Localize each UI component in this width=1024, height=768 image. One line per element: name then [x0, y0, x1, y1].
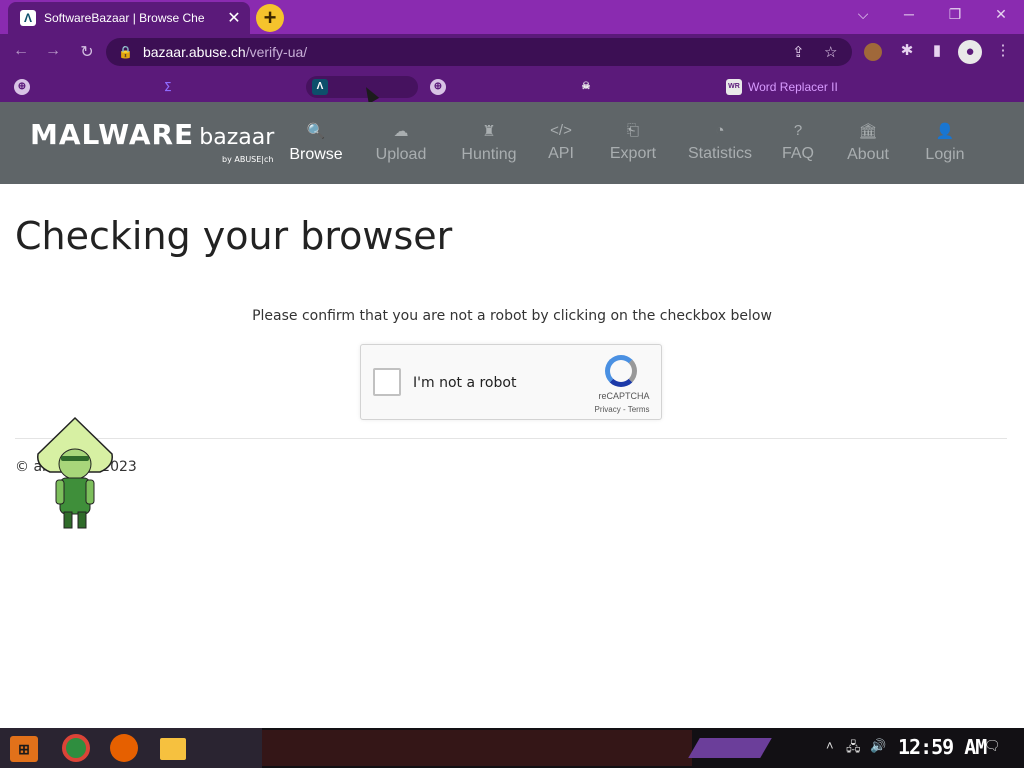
nav-export[interactable]: ⎗ Export	[606, 122, 660, 163]
nav-hunting[interactable]: ♜ Hunting	[458, 122, 520, 164]
skull-icon: ☠	[581, 81, 591, 92]
volume-icon[interactable]: 🔊	[870, 738, 886, 754]
file-explorer-taskbar-icon[interactable]	[160, 738, 186, 760]
nav-label: Statistics	[687, 145, 752, 162]
cloud-upload-icon: ☁	[393, 123, 409, 140]
network-icon[interactable]: 🖧	[846, 738, 861, 760]
taskbar: ⊞ ˄ 🖧 🔊 12:59 AM 🗨	[0, 728, 1024, 768]
page-content: Checking your browser Please confirm tha…	[0, 184, 1024, 728]
reload-button[interactable]: ↻	[76, 42, 98, 62]
tab-strip: Λ SoftwareBazaar | Browse Che ✕ + ⌵ ─ ❐ …	[0, 0, 1024, 34]
tab-title: SoftwareBazaar | Browse Che	[44, 11, 205, 25]
taskbar-wallpaper-strip	[262, 730, 692, 766]
close-window-button[interactable]: ✕	[986, 6, 1016, 23]
question-icon: ?	[793, 122, 803, 139]
brand-sub: bazaar	[199, 125, 275, 150]
export-icon: ⎗	[626, 122, 639, 139]
extension-avatar-icon[interactable]	[864, 43, 882, 61]
address-bar[interactable]: 🔒 bazaar.abuse.ch/verify-ua/ ⇪ ☆	[106, 38, 852, 66]
recaptcha-privacy-terms-link[interactable]: Privacy - Terms	[589, 405, 655, 414]
globe-icon: ⊕	[14, 79, 30, 95]
nav-label: Browse	[289, 146, 343, 163]
nav-login[interactable]: 👤 Login	[922, 122, 968, 164]
nav-faq[interactable]: ? FAQ	[780, 122, 816, 163]
address-host: bazaar.abuse.ch	[142, 44, 246, 60]
bookmark-item[interactable]: ⊕	[14, 76, 144, 98]
bookmark-item[interactable]: WR Word Replacer II	[726, 76, 866, 98]
bookmark-item[interactable]: ∑	[160, 76, 300, 98]
word-replacer-icon: WR	[726, 79, 742, 95]
nav-label: Upload	[375, 146, 427, 163]
bookmark-item[interactable]: Λ	[306, 76, 418, 98]
castle-icon: ♜	[482, 123, 496, 140]
notifications-icon[interactable]: 🗨	[984, 738, 1001, 754]
new-tab-button[interactable]: +	[256, 4, 284, 32]
nav-label: About	[847, 146, 889, 163]
brand-by: by ABUSE|ch	[222, 155, 274, 164]
bookmark-label: Word Replacer II	[748, 80, 838, 94]
page-title: Checking your browser	[15, 214, 453, 258]
browser-tab-active[interactable]: Λ SoftwareBazaar | Browse Che ✕	[8, 2, 250, 34]
nav-label: Hunting	[461, 146, 517, 163]
bookmark-star-icon[interactable]: ☆	[824, 43, 837, 61]
browser-menu-icon[interactable]: ⋮	[992, 41, 1014, 59]
globe-icon: ⊕	[430, 79, 446, 95]
firefox-taskbar-icon[interactable]	[110, 734, 138, 762]
bookmarks-bar: ⊕ ∑ Λ ⊕ ☠ WR Word Replacer II	[0, 70, 1024, 102]
footer-divider	[15, 438, 1007, 439]
site-logo[interactable]: MALWARE bazaar by ABUSE|ch	[30, 118, 275, 164]
extensions-icon[interactable]: ✱	[896, 41, 918, 59]
nav-api[interactable]: </> API	[544, 122, 578, 163]
back-button[interactable]: ←	[10, 42, 32, 60]
share-icon[interactable]: ⇪	[792, 43, 805, 61]
minimize-button[interactable]: ─	[894, 6, 924, 22]
nav-label: Export	[609, 145, 657, 162]
side-panel-icon[interactable]: ▮	[926, 41, 948, 59]
site-favicon-icon: Λ	[20, 10, 36, 26]
search-icon: 🔍	[306, 123, 326, 140]
code-icon: </>	[550, 122, 572, 139]
start-button[interactable]: ⊞	[10, 736, 38, 762]
nav-upload[interactable]: ☁ Upload	[372, 122, 430, 164]
bazaar-icon: Λ	[312, 79, 328, 95]
nav-browse[interactable]: 🔍 Browse	[288, 122, 344, 164]
taskbar-accent	[688, 738, 772, 758]
recaptcha-widget: I'm not a robot reCAPTCHA Privacy - Term…	[360, 344, 662, 420]
lock-icon[interactable]: 🔒	[118, 45, 133, 59]
recaptcha-checkbox[interactable]	[373, 368, 401, 396]
brand-main: MALWARE	[30, 118, 195, 151]
bookmark-item[interactable]: ☠	[578, 76, 714, 98]
desktop-mascot-icon	[37, 416, 113, 529]
nav-about[interactable]: 🏛 About	[844, 122, 892, 164]
nav-label: Login	[925, 146, 965, 163]
captcha-prompt: Please confirm that you are not a robot …	[252, 308, 772, 324]
address-path: /verify-ua/	[245, 44, 308, 60]
restore-button[interactable]: ❐	[940, 6, 970, 23]
bookmark-item[interactable]: ⊕	[430, 76, 566, 98]
tab-close-icon[interactable]: ✕	[224, 8, 244, 28]
forward-button[interactable]: →	[42, 42, 64, 60]
chrome-taskbar-icon[interactable]	[62, 734, 90, 762]
recaptcha-label: I'm not a robot	[413, 375, 517, 391]
tab-search-dropdown-icon[interactable]: ⌵	[848, 6, 878, 23]
profile-icon[interactable]: ●	[958, 40, 982, 64]
nav-statistics[interactable]: ◔ Statistics	[686, 122, 754, 163]
site-header: MALWARE bazaar by ABUSE|ch 🔍 Browse ☁ Up…	[0, 102, 1024, 184]
user-icon: 👤	[935, 123, 955, 140]
system-clock[interactable]: 12:59 AM	[898, 735, 987, 759]
recaptcha-brand: reCAPTCHA	[598, 391, 650, 401]
recaptcha-logo-icon	[605, 355, 637, 387]
pie-chart-icon: ◔	[715, 122, 725, 139]
sigma-icon: ∑	[164, 81, 172, 92]
building-icon: 🏛	[858, 123, 878, 140]
tray-chevron-icon[interactable]: ˄	[826, 738, 834, 753]
browser-toolbar: ← → ↻ 🔒 bazaar.abuse.ch/verify-ua/ ⇪ ☆ ✱…	[0, 34, 1024, 70]
nav-label: FAQ	[781, 145, 814, 162]
nav-label: API	[548, 145, 574, 162]
